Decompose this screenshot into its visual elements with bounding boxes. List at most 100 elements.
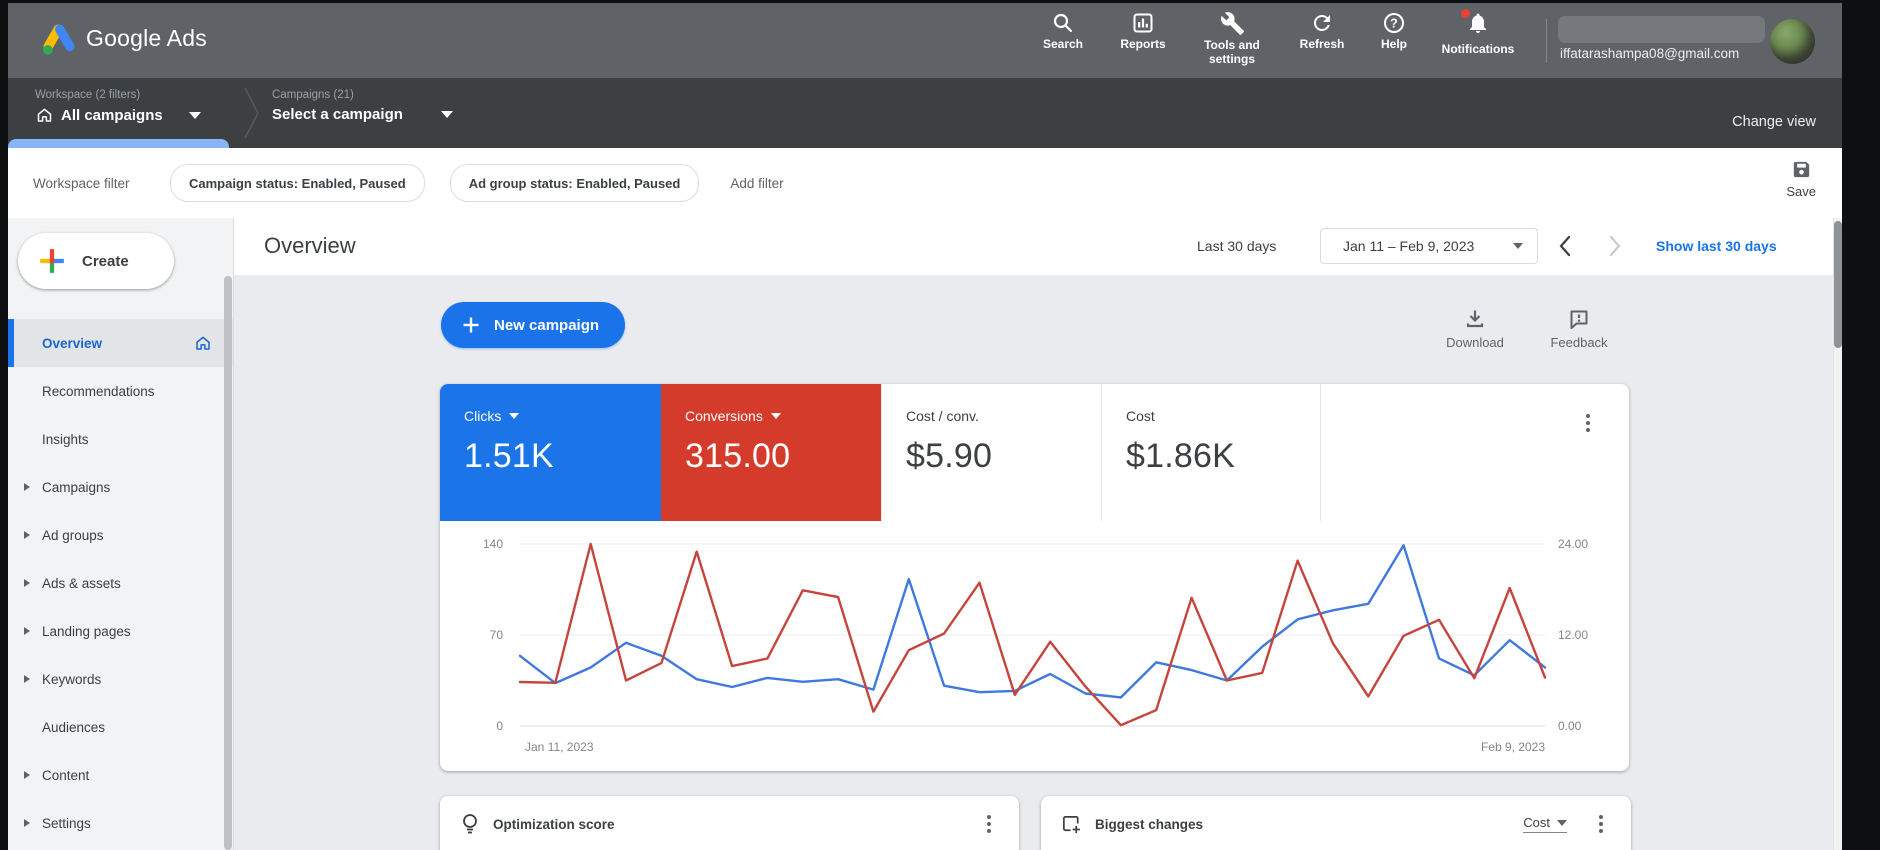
sidebar-item-landing-pages[interactable]: Landing pages	[8, 607, 233, 655]
metric-value: $5.90	[906, 437, 1101, 476]
sidebar-item-insights[interactable]: Insights	[8, 415, 233, 463]
sidebar-item-ad-groups[interactable]: Ad groups	[8, 511, 233, 559]
chevron-down-icon	[189, 112, 201, 119]
home-icon	[35, 106, 54, 124]
scrollbar-thumb[interactable]	[1834, 221, 1842, 348]
notification-badge	[1461, 9, 1470, 18]
main-scrollbar[interactable]	[1833, 218, 1842, 850]
sidebar-item-recommendations[interactable]: Recommendations	[8, 367, 233, 415]
plus-icon	[461, 315, 481, 335]
save-icon	[1790, 158, 1813, 181]
home-icon	[194, 334, 212, 352]
topbar-divider	[1546, 19, 1547, 63]
campaign-status-filter-chip[interactable]: Campaign status: Enabled, Paused	[170, 164, 425, 202]
right-axis-tick: 24.00	[1558, 537, 1588, 551]
sidebar-item-audiences[interactable]: Audiences	[8, 703, 233, 751]
new-campaign-button[interactable]: New campaign	[441, 302, 625, 348]
campaign-selector[interactable]: Campaigns (21) Select a campaign	[272, 89, 453, 123]
changes-metric-selector[interactable]: Cost	[1523, 815, 1567, 833]
left-axis-tick: 70	[440, 628, 503, 642]
account-email: iffatarashampa08@gmail.com	[1560, 46, 1739, 61]
x-axis-end-label: Feb 9, 2023	[1405, 740, 1545, 754]
sidebar-item-ads-assets[interactable]: Ads & assets	[8, 559, 233, 607]
add-filter-button[interactable]: Add filter	[730, 176, 783, 191]
feedback-button[interactable]: Feedback	[1534, 307, 1624, 350]
reports-nav-button[interactable]: Reports	[1100, 11, 1186, 52]
metric-card-cost-per-conv[interactable]: Cost / conv. $5.90	[881, 384, 1101, 521]
chevron-down-icon	[1557, 820, 1567, 826]
notifications-nav-button[interactable]: Notifications	[1435, 11, 1521, 57]
lightbulb-icon	[460, 813, 480, 835]
svg-text:?: ?	[1390, 16, 1398, 30]
help-nav-button[interactable]: ? Help	[1351, 11, 1437, 52]
top-app-bar: Google Ads Search Reports	[8, 3, 1842, 78]
workspace-selector[interactable]: Workspace (2 filters) All campaigns	[35, 89, 201, 124]
performance-chart[interactable]: 140 70 0 24.00 12.00 0.00 Jan 11, 2023 F…	[440, 521, 1629, 771]
next-period-button[interactable]	[1608, 234, 1622, 258]
panel-kebab-menu[interactable]	[1578, 412, 1598, 434]
previous-period-button[interactable]	[1558, 234, 1572, 258]
expand-arrow-icon	[24, 531, 30, 539]
bell-icon	[1466, 11, 1490, 40]
google-ads-logo-icon	[38, 19, 80, 61]
right-axis-tick: 0.00	[1558, 719, 1581, 733]
google-ads-app: Google Ads Search Reports	[8, 3, 1842, 850]
chevron-down-icon	[771, 413, 781, 419]
expand-arrow-icon	[24, 675, 30, 683]
nav-sidebar: Create Overview Recommendations Insights…	[8, 218, 234, 850]
save-button[interactable]: Save	[1786, 158, 1816, 199]
biggest-changes-card: Biggest changes Cost	[1041, 796, 1631, 850]
sidebar-scrollbar[interactable]	[224, 276, 232, 850]
metric-card-cost[interactable]: Cost $1.86K	[1101, 384, 1321, 521]
google-plus-icon	[38, 247, 66, 275]
expand-arrow-icon	[24, 483, 30, 491]
optimization-score-card: Optimization score	[440, 796, 1019, 850]
expand-arrow-icon	[24, 627, 30, 635]
avatar[interactable]	[1770, 19, 1815, 64]
metric-value: 1.51K	[464, 437, 661, 476]
card-kebab-menu[interactable]	[1593, 813, 1609, 835]
download-button[interactable]: Download	[1430, 307, 1520, 350]
ad-group-status-filter-chip[interactable]: Ad group status: Enabled, Paused	[450, 164, 700, 202]
right-axis-tick: 12.00	[1558, 628, 1588, 642]
main-content: Overview Last 30 days Jan 11 – Feb 9, 20…	[234, 218, 1842, 850]
breadcrumb-separator	[240, 78, 264, 148]
date-range-picker[interactable]: Jan 11 – Feb 9, 2023	[1320, 228, 1538, 264]
search-nav-button[interactable]: Search	[1020, 11, 1106, 52]
metric-card-clicks[interactable]: Clicks 1.51K	[440, 384, 661, 521]
change-view-link[interactable]: Change view	[1732, 114, 1816, 130]
workspace-filter-label: Workspace filter	[33, 176, 130, 191]
card-kebab-menu[interactable]	[981, 813, 997, 835]
date-range-label: Last 30 days	[1197, 238, 1276, 254]
account-name-redacted	[1558, 16, 1765, 43]
expand-arrow-icon	[24, 771, 30, 779]
metric-value: 315.00	[685, 437, 881, 476]
refresh-icon	[1310, 11, 1334, 35]
feedback-icon	[1567, 307, 1591, 331]
expand-arrow-icon	[24, 819, 30, 827]
show-last-30-days-link[interactable]: Show last 30 days	[1656, 238, 1777, 254]
sidebar-item-content[interactable]: Content	[8, 751, 233, 799]
overview-scroll-area: New campaign Download	[234, 275, 1834, 850]
scorecard-row: Clicks 1.51K Conversions 315.00 Cost / c…	[440, 384, 1629, 521]
wrench-icon	[1220, 11, 1245, 36]
sidebar-item-campaigns[interactable]: Campaigns	[8, 463, 233, 511]
filter-bar: Workspace filter Campaign status: Enable…	[8, 148, 1842, 219]
page-header: Overview Last 30 days Jan 11 – Feb 9, 20…	[234, 218, 1842, 276]
performance-panel: Clicks 1.51K Conversions 315.00 Cost / c…	[440, 384, 1629, 771]
reports-icon	[1131, 11, 1155, 35]
sidebar-item-overview[interactable]: Overview	[8, 319, 233, 367]
left-axis-tick: 0	[440, 719, 503, 733]
sidebar-item-settings[interactable]: Settings	[8, 799, 233, 847]
search-icon	[1051, 11, 1075, 35]
page-title: Overview	[264, 233, 356, 259]
screen: Google Ads Search Reports	[0, 0, 1880, 850]
create-button[interactable]: Create	[18, 233, 174, 289]
help-icon: ?	[1382, 11, 1406, 35]
chevron-down-icon	[509, 413, 519, 419]
sidebar-item-keywords[interactable]: Keywords	[8, 655, 233, 703]
tools-settings-nav-button[interactable]: Tools and settings	[1189, 11, 1275, 67]
sidebar-nav-list: Overview Recommendations Insights Campai…	[8, 319, 233, 847]
chevron-down-icon	[1513, 243, 1523, 249]
metric-card-conversions[interactable]: Conversions 315.00	[661, 384, 881, 521]
